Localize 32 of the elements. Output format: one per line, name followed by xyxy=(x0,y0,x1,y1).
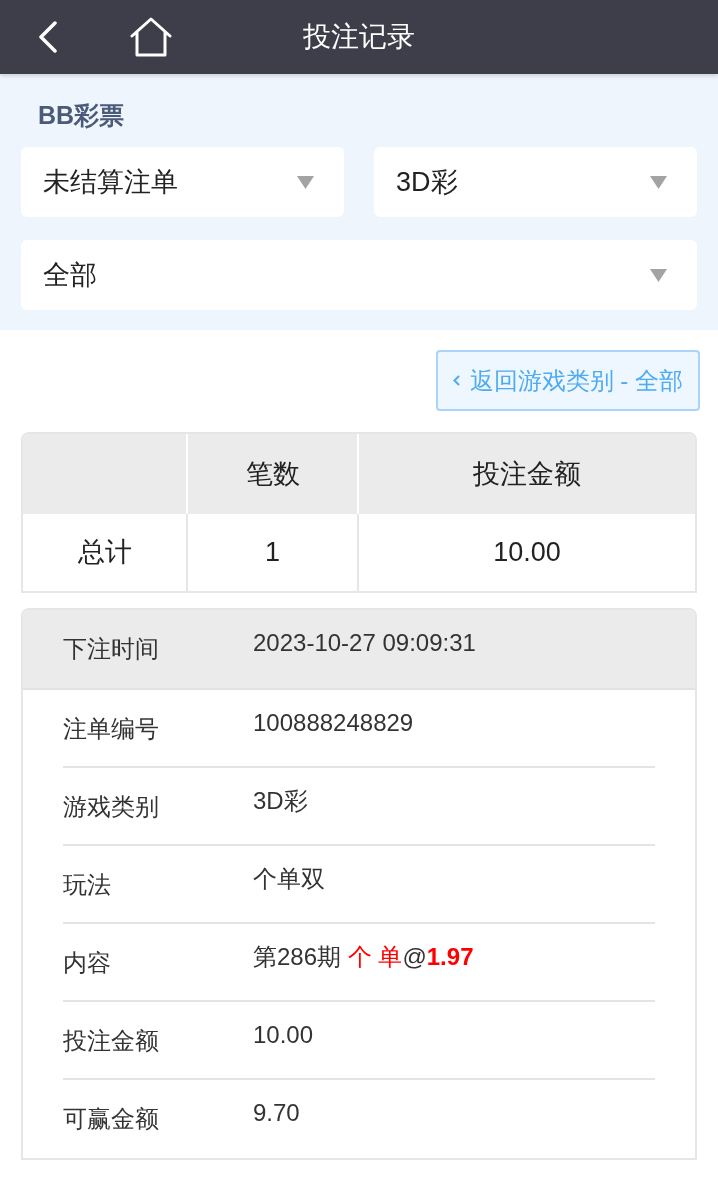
detail-label: 下注时间 xyxy=(63,636,160,662)
table-cell-text: 10.00 xyxy=(492,536,562,570)
detail-label: 可赢金额 xyxy=(63,1106,160,1132)
chevron-left-icon xyxy=(38,21,58,53)
table-cell: 1 xyxy=(188,514,359,591)
back-button[interactable] xyxy=(36,20,60,54)
page-title: 投注记录 xyxy=(303,20,415,54)
table-header-cell: 笔数 xyxy=(188,434,359,514)
detail-value: 9.70 xyxy=(253,1100,300,1126)
detail-label: 注单编号 xyxy=(63,716,160,742)
chevron-left-icon xyxy=(452,375,460,386)
detail-label: 投注金额 xyxy=(63,1028,160,1054)
detail-value: 100888248829 xyxy=(253,710,414,736)
dropdown-select[interactable]: 未结算注单 xyxy=(21,147,344,217)
detail-label: 游戏类别 xyxy=(63,794,160,820)
detail-value: 第286期 个 单@1.97 xyxy=(253,944,474,970)
home-button[interactable] xyxy=(130,17,172,57)
detail-value: 3D彩 xyxy=(253,788,308,814)
dropdown-select[interactable]: 3D彩 xyxy=(374,147,697,217)
detail-label: 玩法 xyxy=(63,872,112,898)
detail-value: 10.00 xyxy=(253,1022,314,1048)
caret-icon xyxy=(297,175,314,189)
caret-icon xyxy=(650,175,667,189)
detail-value: 个单双 xyxy=(253,866,325,892)
home-icon xyxy=(130,17,172,57)
caret-icon xyxy=(650,268,667,282)
dropdown-select[interactable]: 全部 xyxy=(21,240,697,310)
table-header-cell: 投注金额 xyxy=(359,434,695,514)
provider-name: BB彩票 xyxy=(38,100,125,130)
detail-label: 内容 xyxy=(63,950,112,976)
detail-value: 2023-10-27 09:09:31 xyxy=(253,630,476,656)
table-cell: 总计 xyxy=(23,514,188,591)
